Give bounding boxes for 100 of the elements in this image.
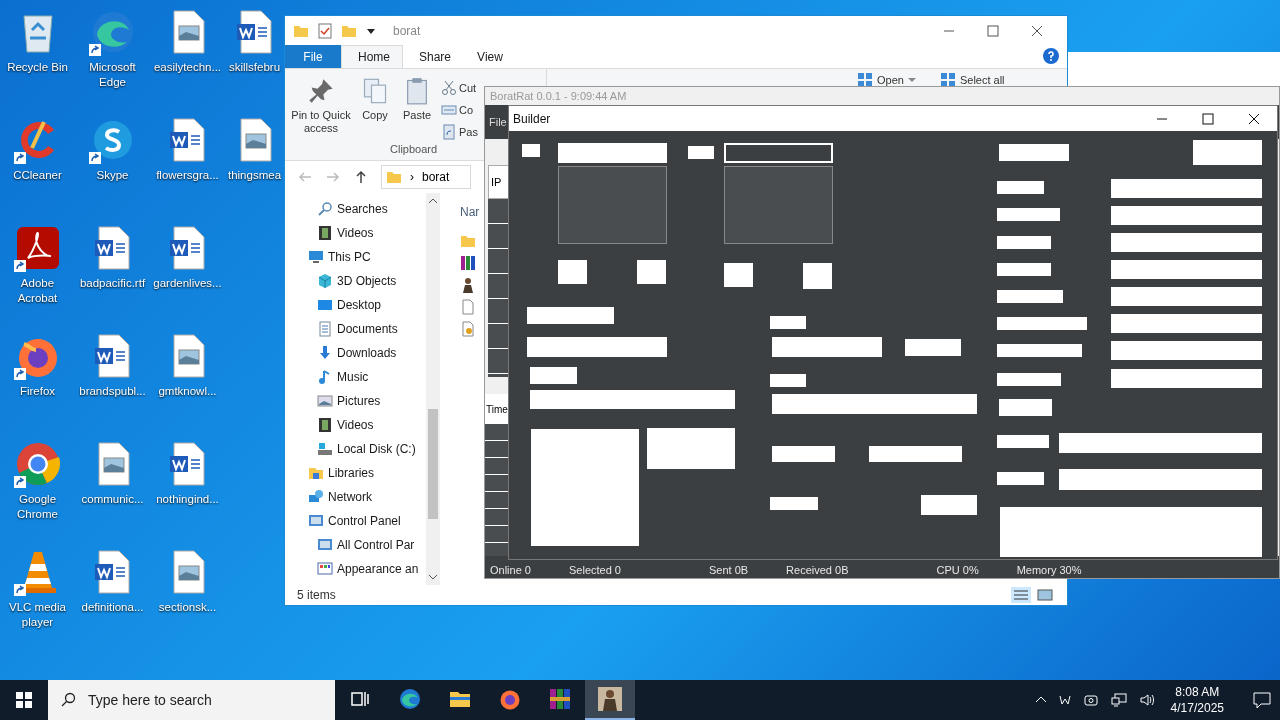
- nav-item[interactable]: Documents: [285, 317, 426, 341]
- nav-item[interactable]: Videos: [285, 413, 426, 437]
- status-text: Memory 30%: [1016, 564, 1082, 576]
- nav-item[interactable]: Searches: [285, 197, 426, 221]
- ribbon-small-button[interactable]: Co: [441, 101, 474, 119]
- windows-logo-icon: [16, 692, 32, 708]
- blank-control: [997, 263, 1051, 276]
- blank-control: [999, 399, 1052, 416]
- status-text: Sent 0B: [708, 564, 749, 576]
- desktop-icon[interactable]: CCleaner: [0, 116, 75, 183]
- clock[interactable]: 8:08 AM 4/17/2025: [1166, 684, 1228, 716]
- table-header: Time: [485, 394, 509, 424]
- scrollbar[interactable]: [426, 193, 440, 585]
- nav-item[interactable]: Local Disk (C:): [285, 437, 426, 461]
- nav-item[interactable]: All Control Par: [285, 533, 426, 557]
- blank-control: [905, 339, 961, 356]
- ribbon-tab[interactable]: Share: [403, 45, 461, 68]
- nav-item[interactable]: This PC: [285, 245, 426, 269]
- desktop-icon: [317, 297, 333, 313]
- folder-icon: [386, 169, 402, 185]
- scissors-icon: [441, 80, 457, 96]
- menu-item[interactable]: File: [489, 113, 507, 131]
- column-header[interactable]: Nar: [460, 205, 480, 219]
- scroll-down-icon: [429, 573, 437, 581]
- desktop-icon[interactable]: communic...: [75, 440, 150, 507]
- blank-control: [770, 497, 818, 510]
- desktop-icon-label: Adobe Acrobat: [16, 276, 59, 306]
- ribbon-small-button[interactable]: Cut: [441, 79, 477, 97]
- desktop-icon[interactable]: easilytechn...: [150, 8, 225, 75]
- control-panel-icon: [317, 537, 333, 553]
- details-view-icon[interactable]: [1011, 587, 1031, 603]
- speaker-icon[interactable]: [1138, 692, 1155, 708]
- ribbon-button[interactable]: Pin to Quick access: [289, 73, 353, 141]
- nav-item[interactable]: Music: [285, 365, 426, 389]
- download-arrow-icon: [317, 345, 333, 361]
- scroll-up-icon: [429, 197, 437, 205]
- desktop-icon[interactable]: skillsfebru: [225, 8, 284, 75]
- task-view-icon: [350, 689, 370, 709]
- film-icon: [317, 225, 333, 241]
- desktop-icon[interactable]: nothingind...: [150, 440, 225, 507]
- nav-item[interactable]: Desktop: [285, 293, 426, 317]
- scrollbar-thumb[interactable]: [428, 409, 438, 519]
- ribbon-small-button[interactable]: Pas: [441, 123, 478, 141]
- taskbar-app-button[interactable]: [585, 680, 635, 720]
- nav-item[interactable]: 3D Objects: [285, 269, 426, 293]
- nav-item[interactable]: Downloads: [285, 341, 426, 365]
- ribbon-button[interactable]: Copy: [357, 73, 393, 141]
- nav-item[interactable]: Appearance an: [285, 557, 426, 581]
- nav-item[interactable]: Control Panel: [285, 509, 426, 533]
- nav-item[interactable]: Videos: [285, 221, 426, 245]
- books-icon: [548, 687, 572, 711]
- tray-app-icon[interactable]: [1058, 694, 1071, 706]
- document-icon: [317, 321, 333, 337]
- nav-item[interactable]: Libraries: [285, 461, 426, 485]
- ribbon-tab[interactable]: View: [461, 45, 519, 68]
- desktop-icon[interactable]: Firefox: [0, 332, 75, 399]
- search-field[interactable]: Type here to search: [48, 680, 335, 720]
- window-title: borat: [393, 23, 421, 40]
- desktop-icon[interactable]: gmtknowl...: [150, 332, 225, 399]
- desktop-icon[interactable]: brandspubl...: [75, 332, 150, 399]
- desktop-icon[interactable]: Skype: [75, 116, 150, 183]
- desktop-icon-label: Firefox: [19, 384, 56, 399]
- edge-icon: [398, 687, 422, 711]
- notification-icon[interactable]: [1252, 690, 1272, 710]
- desktop-icon[interactable]: flowersgra...: [150, 116, 225, 183]
- ribbon-small-button[interactable]: Select all: [939, 71, 1005, 89]
- desktop-icon-label: gardenlives...: [153, 276, 222, 291]
- large-icons-view-icon[interactable]: [1035, 587, 1055, 603]
- window-title: Builder: [513, 110, 551, 128]
- desktop-icon[interactable]: Adobe Acrobat: [0, 224, 75, 306]
- desktop-icon[interactable]: Microsoft Edge: [75, 8, 150, 90]
- nav-item[interactable]: Pictures: [285, 389, 426, 413]
- desktop-icon[interactable]: VLC media player: [0, 548, 75, 630]
- desktop-icon[interactable]: thingsmea: [225, 116, 284, 183]
- help-icon[interactable]: [1043, 48, 1059, 64]
- status-text: Online 0: [490, 564, 531, 576]
- network-icon[interactable]: [1110, 692, 1127, 708]
- nav-item[interactable]: Network: [285, 485, 426, 509]
- desktop-icon-label: sectionsk...: [158, 600, 217, 615]
- desktop-icon-label: CCleaner: [13, 168, 62, 183]
- desktop-icon[interactable]: Google Chrome: [0, 440, 75, 522]
- blank-file-icon: [460, 299, 476, 315]
- ribbon-small-button[interactable]: Open: [857, 71, 916, 89]
- blank-control: [522, 144, 540, 157]
- address-bar[interactable]: › borat: [381, 165, 471, 189]
- camera-icon[interactable]: [1082, 692, 1099, 708]
- blank-control: [688, 146, 714, 159]
- figure-icon: [598, 687, 622, 711]
- file-menu-tab[interactable]: File: [285, 45, 341, 68]
- blank-control: [772, 446, 835, 462]
- pin-icon: [307, 77, 335, 105]
- desktop-icon-label: thingsmea: [227, 168, 282, 183]
- desktop-icon[interactable]: badpacific.rtf: [75, 224, 150, 291]
- desktop-icon[interactable]: gardenlives...: [150, 224, 225, 291]
- ribbon-button[interactable]: Paste: [397, 73, 437, 141]
- archive-icon: [460, 255, 476, 271]
- desktop-icon[interactable]: definitiona...: [75, 548, 150, 615]
- desktop-icon[interactable]: Recycle Bin: [0, 8, 75, 75]
- settings-file-icon: [460, 321, 476, 337]
- ribbon-tab[interactable]: Home: [341, 45, 403, 68]
